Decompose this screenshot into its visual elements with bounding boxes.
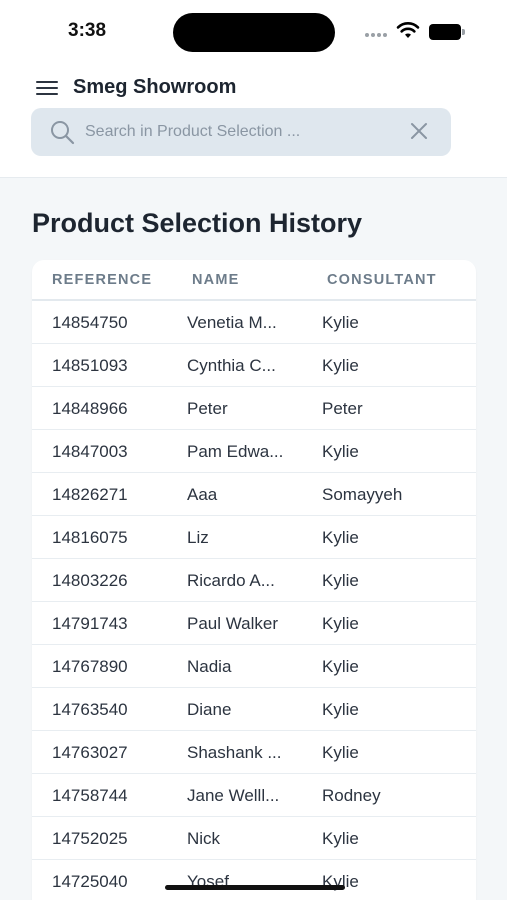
table-row[interactable]: 14752025 Nick Kylie [32,817,476,860]
cell-reference: 14791743 [52,614,128,633]
status-time: 3:38 [68,20,107,41]
cell-consultant: Rodney [322,786,381,805]
table-header: REFERENCE NAME CONSULTANT [32,260,476,301]
table-row[interactable]: 14816075 Liz Kylie [32,516,476,559]
cell-name: Venetia M... [187,313,277,332]
cell-reference: 14725040 [52,872,128,891]
cell-name: Diane [187,700,232,719]
cell-reference: 14803226 [52,571,128,590]
cell-name: Liz [187,528,209,547]
cell-reference: 14848966 [52,399,128,418]
cell-name: Ricardo A... [187,571,275,590]
table-row[interactable]: 14848966 Peter Peter [32,387,476,430]
app-title: Smeg Showroom [73,76,237,98]
history-table: REFERENCE NAME CONSULTANT 14854750 Venet… [32,260,476,900]
cell-name: Cynthia C... [187,356,276,375]
cell-name: Nadia [187,657,232,676]
cell-name: Shashank ... [187,743,282,762]
cell-reference: 14767890 [52,657,128,676]
search-icon [51,121,75,145]
page-title: Product Selection History [32,208,363,238]
cell-consultant: Kylie [322,700,359,719]
cell-name: Jane Welll... [187,786,280,805]
column-header-reference: REFERENCE [52,272,153,288]
table-row[interactable]: 14826271 Aaa Somayyeh [32,473,476,516]
table-row[interactable]: 14763540 Diane Kylie [32,688,476,731]
cell-name: Paul Walker [187,614,279,633]
table-row[interactable]: 14851093 Cynthia C... Kylie [32,344,476,387]
search-input[interactable] [85,120,385,144]
table-row[interactable]: 14791743 Paul Walker Kylie [32,602,476,645]
top-bar: 3:38 Smeg Showroom [0,0,507,178]
cell-reference: 14752025 [52,829,128,848]
cell-reference: 14854750 [52,313,128,332]
cell-name: Aaa [187,485,218,504]
home-indicator[interactable] [165,885,345,890]
cell-reference: 14851093 [52,356,128,375]
cell-consultant: Kylie [322,528,359,547]
cell-reference: 14826271 [52,485,128,504]
cell-reference: 14758744 [52,786,128,805]
cell-consultant: Kylie [322,743,359,762]
cell-reference: 14763540 [52,700,128,719]
table-row[interactable]: 14847003 Pam Edwa... Kylie [32,430,476,473]
table-row[interactable]: 14803226 Ricardo A... Kylie [32,559,476,602]
wifi-icon [396,21,420,38]
cell-consultant: Kylie [322,614,359,633]
hamburger-menu-icon[interactable] [34,78,60,98]
dynamic-island [173,13,335,52]
table-row[interactable]: 14758744 Jane Welll... Rodney [32,774,476,817]
cell-consultant: Peter [322,399,363,418]
cellular-signal-icon [365,30,391,38]
cell-consultant: Somayyeh [322,485,403,504]
table-row[interactable]: 14763027 Shashank ... Kylie [32,731,476,774]
cell-consultant: Kylie [322,313,359,332]
cell-name: Nick [187,829,221,848]
cell-name: Peter [187,399,228,418]
cell-reference: 14763027 [52,743,128,762]
battery-icon [429,24,465,40]
search-bar[interactable] [31,108,451,156]
cell-consultant: Kylie [322,356,359,375]
column-header-name: NAME [192,272,240,288]
cell-reference: 14847003 [52,442,128,461]
cell-consultant: Kylie [322,571,359,590]
cell-consultant: Kylie [322,657,359,676]
table-row[interactable]: 14854750 Venetia M... Kylie [32,301,476,344]
cell-name: Pam Edwa... [187,442,284,461]
table-row[interactable]: 14725040 Yosef Kylie [32,860,476,900]
cell-consultant: Kylie [322,442,359,461]
column-header-consultant: CONSULTANT [327,272,437,288]
table-row[interactable]: 14767890 Nadia Kylie [32,645,476,688]
cell-consultant: Kylie [322,829,359,848]
cell-reference: 14816075 [52,528,128,547]
close-icon[interactable] [404,118,434,146]
